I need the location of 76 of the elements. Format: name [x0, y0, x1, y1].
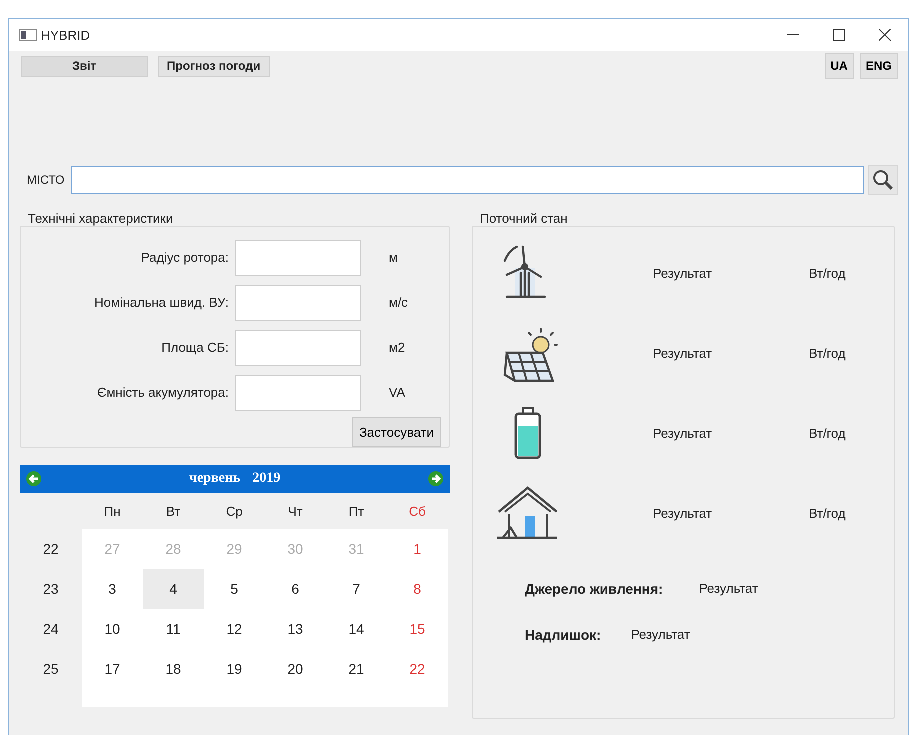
close-icon[interactable]	[879, 29, 891, 41]
maximize-icon[interactable]	[833, 29, 845, 41]
unit-label: м	[389, 250, 399, 265]
result-value: Результат	[653, 426, 714, 440]
weekday-label: Ср	[225, 502, 244, 521]
input-field[interactable]	[235, 330, 361, 366]
weekday-label: Пн	[103, 502, 122, 520]
city-label: МІСТО	[27, 173, 65, 187]
app-icon	[19, 29, 37, 41]
calendar-day[interactable]: 5	[204, 569, 265, 609]
summary-label: Надлишок:	[525, 627, 602, 643]
weekday-label: Сб	[408, 502, 427, 520]
result-value: Результат	[653, 506, 714, 520]
left-arrow-icon	[26, 471, 42, 487]
calendar-day[interactable]: 21	[326, 649, 387, 689]
calendar-day[interactable]: 10	[82, 609, 143, 649]
field-label: Номінальна швид. ВУ:	[94, 295, 229, 310]
weekday-label: Вт	[165, 502, 182, 520]
calendar-day[interactable]: 18	[143, 649, 204, 689]
calendar-day[interactable]: 11	[143, 609, 204, 649]
input-field[interactable]	[235, 284, 361, 320]
battery-icon	[513, 406, 543, 460]
weekday-label: Пт	[348, 502, 366, 520]
unit-label: Вт/год	[809, 346, 847, 360]
input-field[interactable]	[235, 374, 361, 410]
input-field[interactable]	[235, 240, 361, 276]
unit-label: Вт/год	[809, 426, 847, 440]
result-value: Результат	[653, 346, 714, 360]
city-field[interactable]	[70, 166, 864, 194]
search-button[interactable]	[868, 165, 898, 195]
calendar-day[interactable]: 20	[265, 649, 326, 689]
calendar-day[interactable]: 4	[143, 569, 204, 609]
search-icon	[872, 169, 894, 191]
unit-label: м2	[389, 340, 406, 355]
window-title: HYBRID	[41, 28, 92, 42]
calendar-day[interactable]: 19	[204, 649, 265, 689]
group-title: Поточний стан	[480, 211, 569, 226]
calendar-day[interactable]: 3	[82, 569, 143, 609]
calendar-day[interactable]: 1	[387, 529, 448, 569]
field-label: Ємність акумулятора:	[96, 385, 229, 400]
calendar-day[interactable]: 12	[204, 609, 265, 649]
calendar-day[interactable]: 15	[387, 609, 448, 649]
weekday-label: Чт	[287, 502, 304, 520]
unit-label: VA	[389, 385, 406, 400]
next-month-button[interactable]	[428, 471, 444, 487]
previous-month-button[interactable]	[26, 471, 42, 487]
unit-label: м/с	[389, 295, 410, 310]
calendar-day[interactable]: 17	[82, 649, 143, 689]
apply-button[interactable]: Застосувати	[352, 417, 441, 447]
language-button[interactable]: ENG	[860, 53, 898, 79]
right-arrow-icon	[428, 471, 444, 487]
week-number: 24	[42, 620, 60, 639]
field-label: Радіус ротора:	[140, 250, 229, 265]
result-value: Результат	[653, 266, 714, 280]
language-button[interactable]: UA	[824, 53, 854, 79]
summary-label: Джерело живлення:	[525, 581, 664, 597]
year-label[interactable]: 2019	[252, 471, 281, 487]
summary-value: Результат	[631, 627, 690, 643]
field-label: Площа СБ:	[160, 340, 229, 355]
group-title: Технічні характеристики	[28, 211, 174, 226]
calendar-day[interactable]: 22	[387, 649, 448, 689]
toolbar-button[interactable]: Прогноз погоди	[158, 56, 270, 76]
month-label[interactable]: червень	[189, 471, 241, 487]
calendar-day[interactable]: 6	[265, 569, 326, 609]
week-number: 22	[42, 540, 60, 559]
unit-label: Вт/год	[809, 506, 847, 520]
calendar-day[interactable]: 7	[326, 569, 387, 609]
week-number: 25	[42, 660, 60, 679]
calendar-day[interactable]: 8	[387, 569, 448, 609]
week-number: 23	[42, 580, 60, 599]
toolbar-button[interactable]: Звіт	[21, 56, 148, 76]
unit-label: Вт/год	[809, 266, 847, 280]
calendar-day[interactable]: 14	[326, 609, 387, 649]
calendar-day[interactable]: 13	[265, 609, 326, 649]
summary-value: Результат	[699, 581, 758, 597]
minimize-icon[interactable]	[787, 34, 799, 36]
